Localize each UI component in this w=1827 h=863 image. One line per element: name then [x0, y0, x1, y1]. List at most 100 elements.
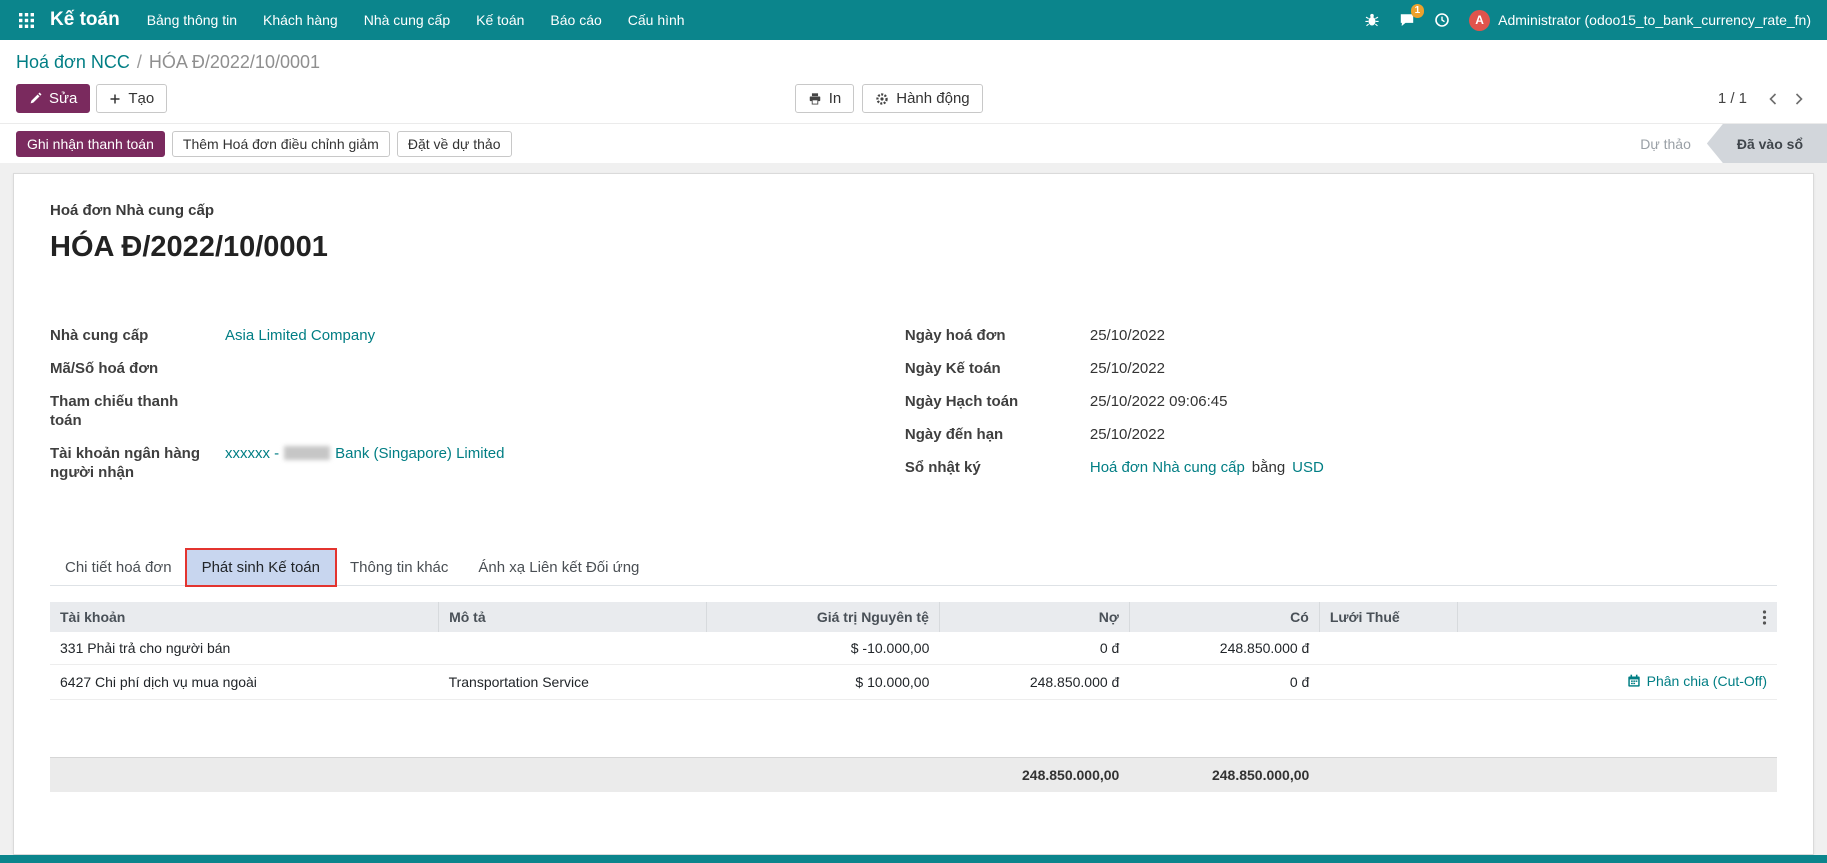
printer-icon	[808, 92, 822, 106]
optional-columns-toggle[interactable]	[1762, 610, 1767, 625]
apps-grid-icon	[19, 13, 34, 28]
pencil-icon	[29, 92, 42, 105]
message-counter-badge: 1	[1411, 4, 1425, 18]
status-posted[interactable]: Đã vào sổ	[1707, 124, 1827, 163]
header-credit[interactable]: Có	[1129, 602, 1319, 632]
main-menu: Bảng thông tin Khách hàng Nhà cung cấp K…	[134, 0, 698, 40]
journal-label: Sổ nhật ký	[905, 458, 1090, 477]
account-cell: 6427 Chi phí dịch vụ mua ngoài	[50, 665, 439, 700]
menu-accounting[interactable]: Kế toán	[463, 0, 537, 40]
recipient-bank-label: Tài khoản ngân hàng người nhận	[50, 444, 225, 482]
tab-counterpart-mapping[interactable]: Ánh xạ Liên kết Đối ứng	[463, 550, 654, 585]
field-vendor: Nhà cung cấp Asia Limited Company	[50, 326, 905, 345]
cutoff-link-label: Phân chia (Cut-Off)	[1647, 673, 1767, 689]
breadcrumb-separator: /	[137, 52, 142, 72]
due-date-value: 25/10/2022	[1090, 425, 1165, 444]
field-due-date: Ngày đến hạn 25/10/2022	[905, 425, 1777, 444]
print-button-label: In	[829, 90, 842, 107]
header-options	[1457, 602, 1777, 632]
tab-invoice-lines[interactable]: Chi tiết hoá đơn	[50, 550, 187, 585]
button-row: Sửa Tạo In	[0, 75, 1827, 123]
accounting-date-label: Ngày Kế toán	[905, 359, 1090, 378]
bottom-bar	[0, 855, 1827, 863]
document-type-label: Hoá đơn Nhà cung cấp	[50, 202, 1777, 219]
debit-cell: 0 đ	[939, 632, 1129, 665]
user-menu[interactable]: A Administrator (odoo15_to_bank_currency…	[1469, 10, 1811, 31]
journal-items-table: Tài khoản Mô tả Giá trị Nguyên tệ Nợ Có …	[50, 602, 1777, 792]
content-area: Hoá đơn Nhà cung cấp HÓA Đ/2022/10/0001 …	[0, 163, 1827, 855]
posting-date-label: Ngày Hạch toán	[905, 392, 1090, 411]
status-row: Ghi nhận thanh toán Thêm Hoá đơn điều ch…	[0, 123, 1827, 163]
avatar: A	[1469, 10, 1490, 31]
extra-cell	[1457, 632, 1777, 665]
account-cell: 331 Phải trả cho người bán	[50, 632, 439, 665]
journal-currency-link[interactable]: USD	[1292, 459, 1324, 476]
tab-journal-items[interactable]: Phát sinh Kế toán	[187, 550, 335, 585]
field-bill-reference: Mã/Số hoá đơn	[50, 359, 905, 378]
register-payment-button[interactable]: Ghi nhận thanh toán	[16, 131, 165, 157]
menu-reporting[interactable]: Báo cáo	[537, 0, 614, 40]
create-button[interactable]: Tạo	[96, 84, 167, 113]
app-name[interactable]: Kế toán	[44, 9, 134, 31]
header-account[interactable]: Tài khoản	[50, 602, 439, 632]
payment-reference-label: Tham chiếu thanh toán	[50, 392, 225, 430]
field-invoice-date: Ngày hoá đơn 25/10/2022	[905, 326, 1777, 345]
invoice-date-value: 25/10/2022	[1090, 326, 1165, 345]
edit-button[interactable]: Sửa	[16, 84, 90, 113]
debit-cell: 248.850.000 đ	[939, 665, 1129, 700]
invoice-form-sheet: Hoá đơn Nhà cung cấp HÓA Đ/2022/10/0001 …	[13, 173, 1814, 855]
action-button[interactable]: Hành động	[862, 84, 982, 113]
menu-configuration[interactable]: Cấu hình	[615, 0, 698, 40]
vendor-link[interactable]: Asia Limited Company	[225, 326, 375, 345]
menu-customers[interactable]: Khách hàng	[250, 0, 351, 40]
label-cell	[439, 632, 707, 665]
amount-currency-cell: $ -10.000,00	[706, 632, 939, 665]
total-debit: 248.850.000,00	[939, 758, 1129, 793]
edit-button-label: Sửa	[49, 90, 77, 107]
accounting-date-value: 25/10/2022	[1090, 359, 1165, 378]
debug-icon[interactable]	[1364, 12, 1380, 28]
activities-icon[interactable]	[1434, 12, 1450, 28]
top-navbar: Kế toán Bảng thông tin Khách hàng Nhà cu…	[0, 0, 1827, 40]
due-date-label: Ngày đến hạn	[905, 425, 1090, 444]
apps-menu-button[interactable]	[8, 0, 44, 40]
print-button[interactable]: In	[795, 84, 855, 113]
messages-icon[interactable]: 1	[1399, 12, 1415, 28]
pager-count: 1 / 1	[1718, 90, 1747, 107]
recipient-bank-link[interactable]: xxxxxx - Bank (Singapore) Limited	[225, 445, 504, 462]
status-draft[interactable]: Dự thảo	[1624, 124, 1707, 163]
recipient-bank-prefix: xxxxxx -	[225, 445, 279, 462]
totals-row: 248.850.000,00 248.850.000,00	[50, 758, 1777, 793]
header-amount-currency[interactable]: Giá trị Nguyên tệ	[706, 602, 939, 632]
posting-date-value: 25/10/2022 09:06:45	[1090, 392, 1228, 411]
statusbar: Dự thảo Đã vào sổ	[1624, 124, 1827, 163]
header-debit[interactable]: Nợ	[939, 602, 1129, 632]
field-payment-reference: Tham chiếu thanh toán	[50, 392, 905, 430]
user-name: Administrator (odoo15_to_bank_currency_r…	[1498, 12, 1811, 28]
breadcrumb-parent-link[interactable]: Hoá đơn NCC	[16, 52, 130, 72]
add-credit-note-button[interactable]: Thêm Hoá đơn điều chỉnh giảm	[172, 131, 390, 157]
cutoff-link[interactable]: Phân chia (Cut-Off)	[1627, 673, 1767, 689]
document-title: HÓA Đ/2022/10/0001	[50, 231, 1777, 264]
tax-grid-cell	[1319, 665, 1457, 700]
redacted-bank-name	[284, 446, 330, 460]
journal-link[interactable]: Hoá đơn Nhà cung cấp	[1090, 459, 1245, 476]
pager-previous-button[interactable]	[1761, 89, 1785, 109]
tab-other-info[interactable]: Thông tin khác	[335, 550, 463, 585]
credit-cell: 0 đ	[1129, 665, 1319, 700]
control-panel: Hoá đơn NCC/HÓA Đ/2022/10/0001 Sửa Tạo	[0, 40, 1827, 163]
field-group: Nhà cung cấp Asia Limited Company Mã/Số …	[50, 326, 1777, 496]
table-row[interactable]: 6427 Chi phí dịch vụ mua ngoài Transport…	[50, 665, 1777, 700]
pager-next-button[interactable]	[1787, 89, 1811, 109]
invoice-date-label: Ngày hoá đơn	[905, 326, 1090, 345]
notebook-tabs: Chi tiết hoá đơn Phát sinh Kế toán Thông…	[50, 550, 1777, 586]
reset-to-draft-button[interactable]: Đặt về dự thảo	[397, 131, 512, 157]
menu-dashboard[interactable]: Bảng thông tin	[134, 0, 250, 40]
recipient-bank-suffix: Bank (Singapore) Limited	[335, 445, 504, 462]
table-row[interactable]: 331 Phải trả cho người bán $ -10.000,00 …	[50, 632, 1777, 665]
header-label[interactable]: Mô tả	[439, 602, 707, 632]
header-tax-grid[interactable]: Lưới Thuế	[1319, 602, 1457, 632]
create-button-label: Tạo	[128, 90, 154, 107]
menu-vendors[interactable]: Nhà cung cấp	[351, 0, 463, 40]
field-journal: Sổ nhật ký Hoá đơn Nhà cung cấpbằngUSD	[905, 458, 1777, 477]
